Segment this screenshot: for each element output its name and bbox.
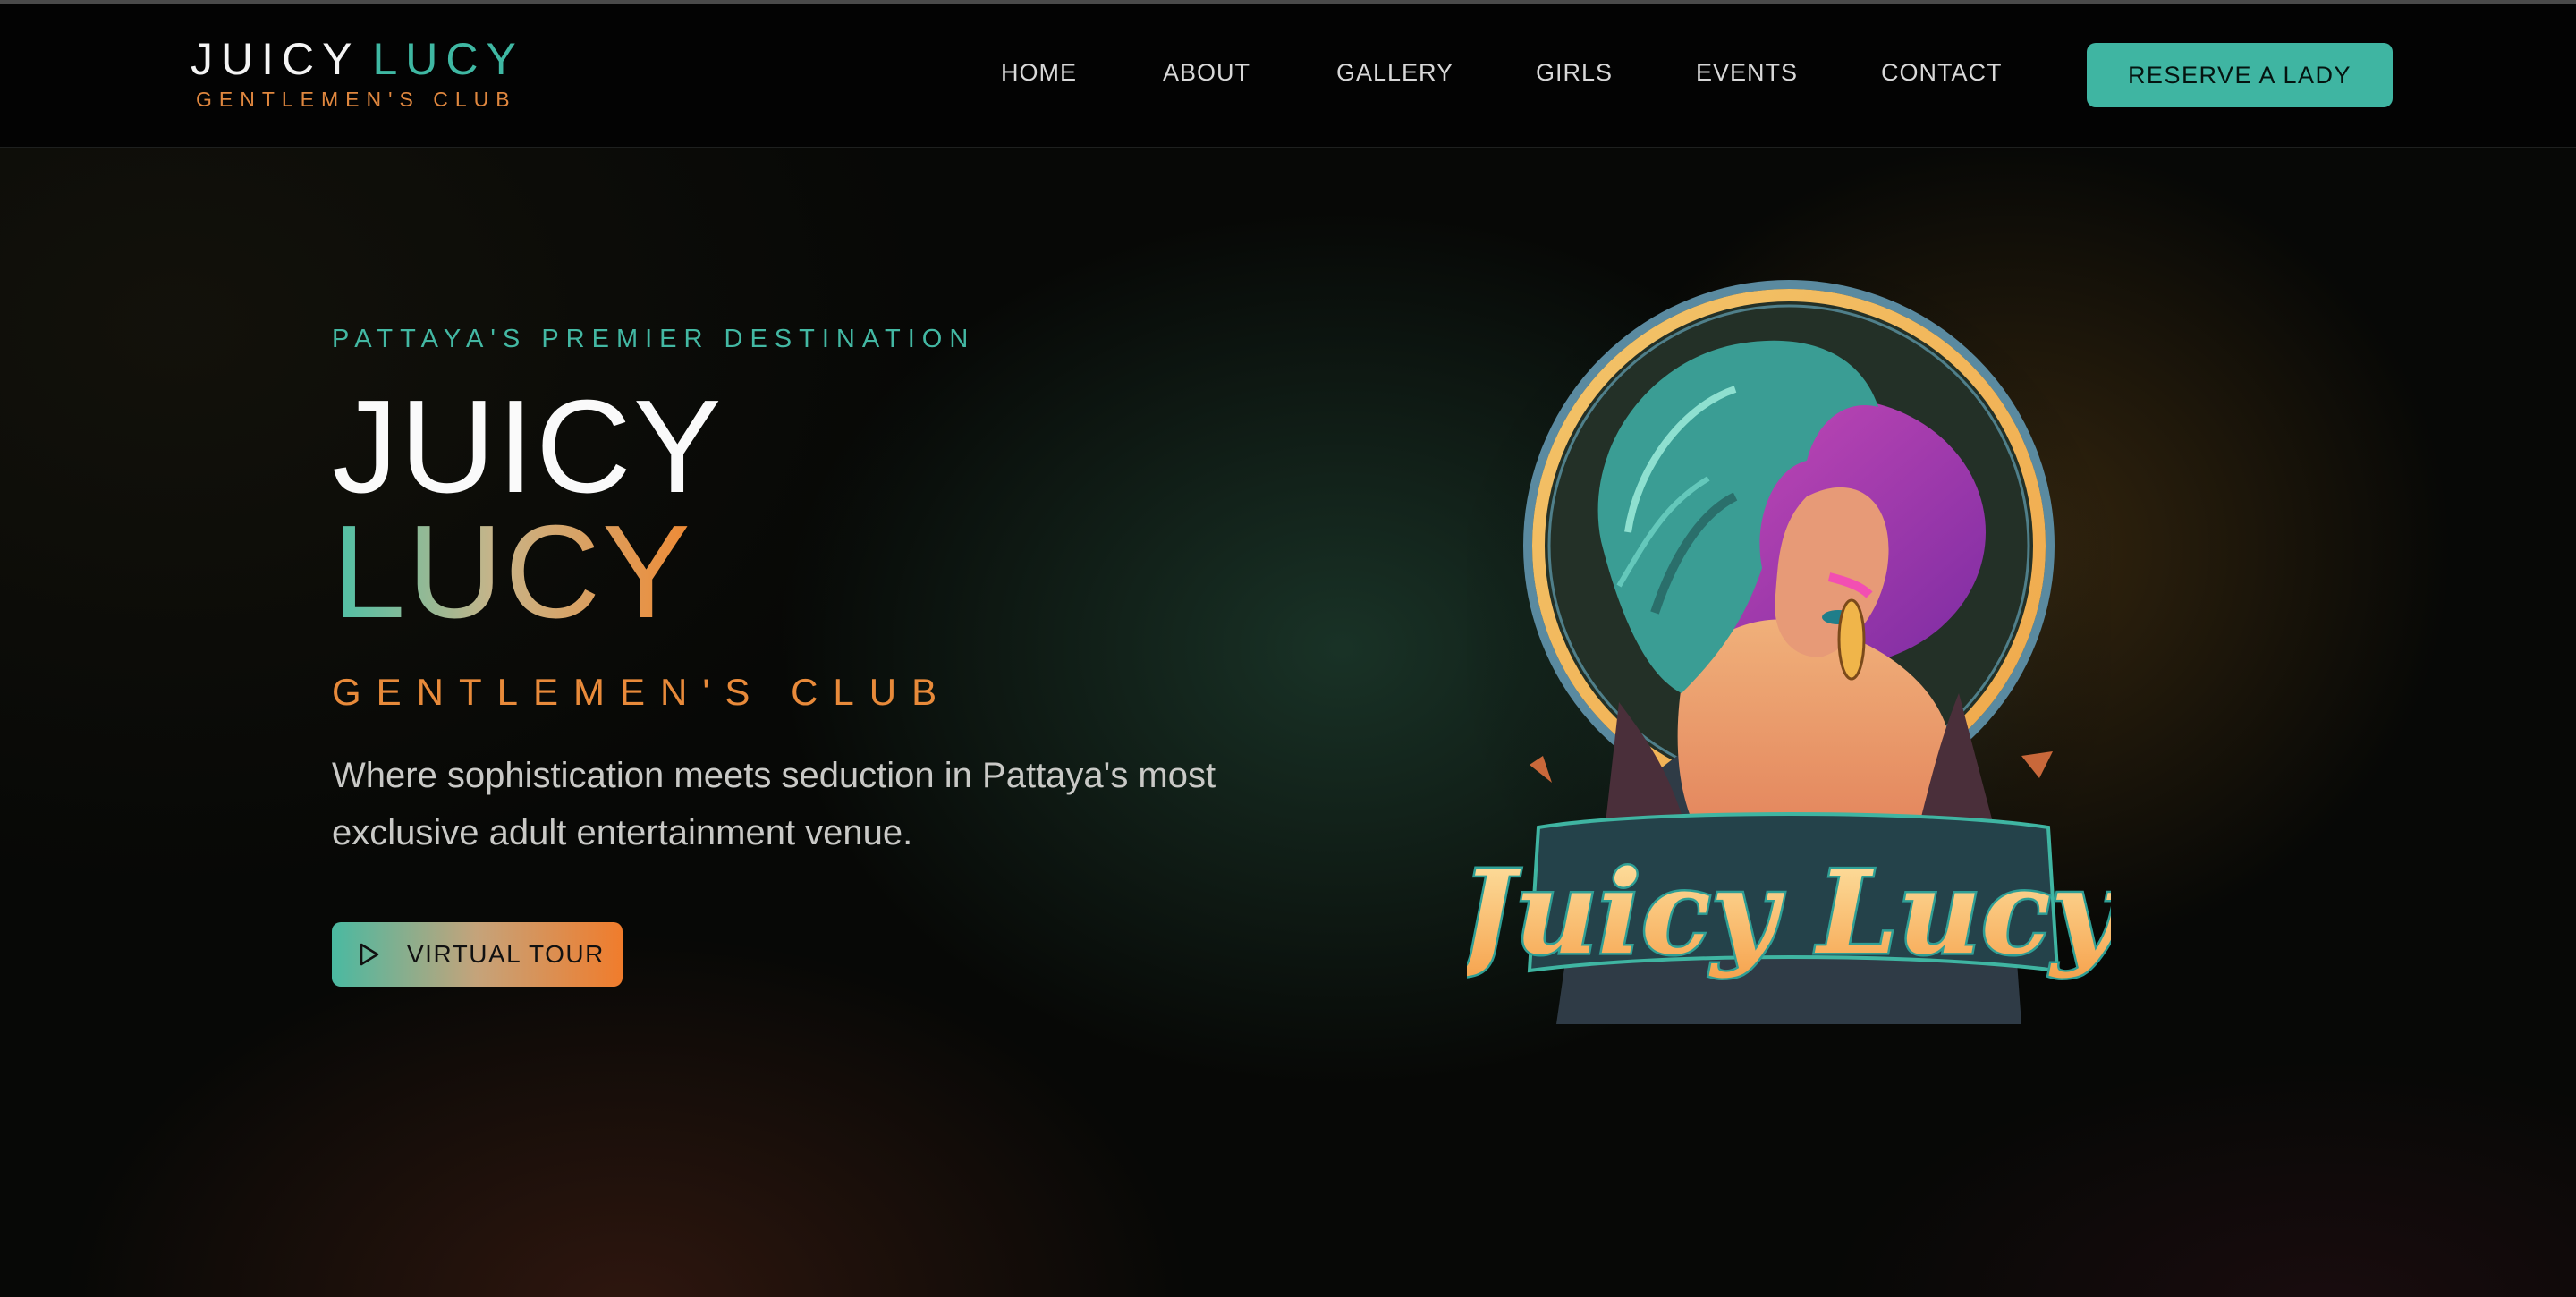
hero-title-line1: JUICY [332,373,724,521]
hero-description: Where sophistication meets seduction in … [332,756,1216,852]
hero-kicker: PATTAYA'S PREMIER DESTINATION [332,325,976,353]
play-icon [360,943,379,966]
site-logo[interactable]: JUICY LUCY GENTLEMEN'S CLUB [191,34,524,112]
nav-gallery[interactable]: GALLERY [1336,59,1453,87]
virtual-tour-label: VIRTUAL TOUR [407,940,605,968]
nav-home[interactable]: HOME [1001,59,1077,87]
virtual-tour-button[interactable]: VIRTUAL TOUR [332,922,623,987]
nav-girls[interactable]: GIRLS [1536,59,1613,87]
hero-section: PATTAYA'S PREMIER DESTINATION JUICY LUCY… [0,148,2576,1297]
artwork-script-text: Juicy Lucy [1467,846,2111,980]
nav-events[interactable]: EVENTS [1696,59,1798,87]
hero-subtitle: GENTLEMEN'S CLUB [332,671,953,713]
nav-about[interactable]: ABOUT [1163,59,1250,87]
logo-wordmark: JUICY LUCY [191,34,524,84]
nav-contact[interactable]: CONTACT [1881,59,2003,87]
reserve-button[interactable]: RESERVE A LADY [2087,43,2393,107]
logo-tagline: GENTLEMEN'S CLUB [196,88,517,111]
logo-word-juicy: JUICY [191,34,360,84]
juicy-lucy-logo-artwork: Juicy Lucy [1467,273,2111,1033]
logo-word-lucy: LUCY [372,34,524,84]
site-header: JUICY LUCY GENTLEMEN'S CLUB HOME ABOUT GA… [0,4,2576,148]
hero-title-line2: LUCY [332,498,692,646]
